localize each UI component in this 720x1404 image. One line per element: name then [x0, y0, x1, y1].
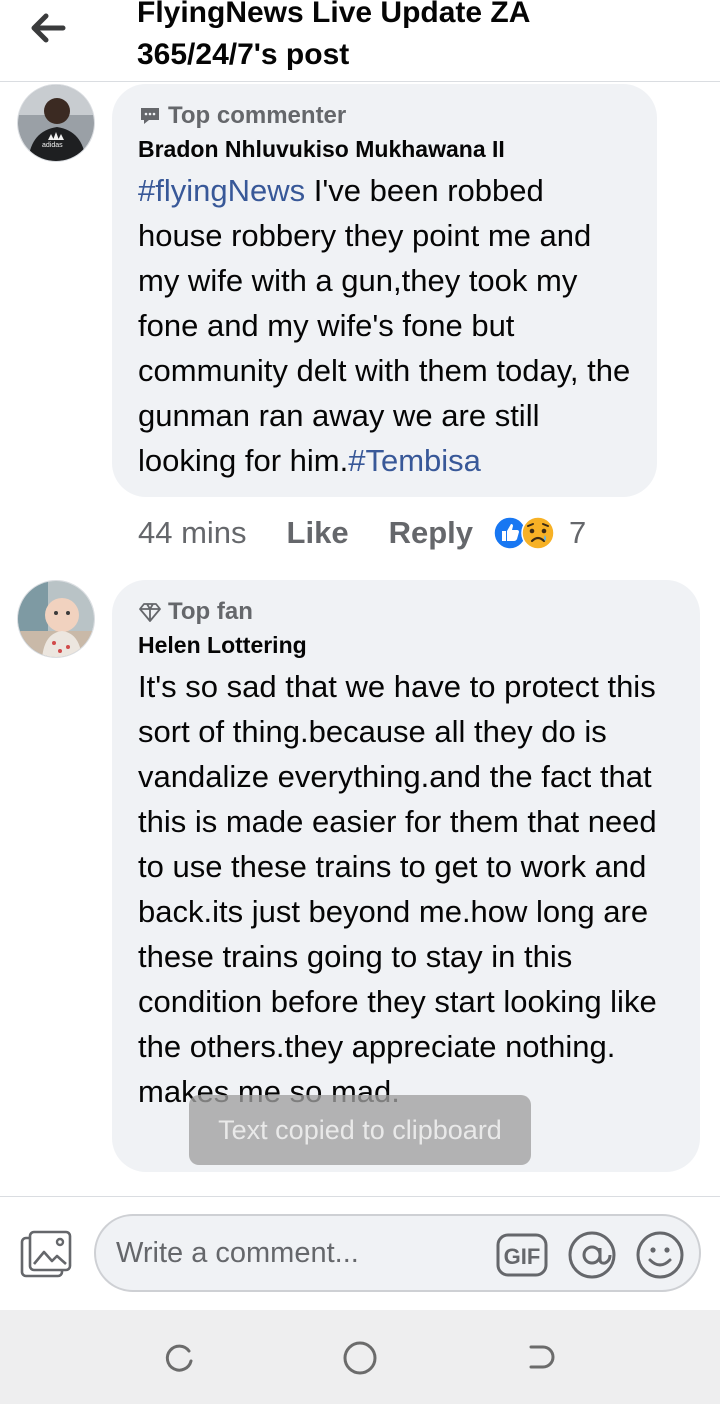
comment-item: adidas Top commenter Bradon Nhluvukiso M…: [0, 82, 720, 552]
comment-timestamp: 44 mins: [138, 515, 247, 550]
home-circle-icon: [343, 1341, 377, 1375]
gif-icon: GIF: [496, 1233, 548, 1277]
home-button[interactable]: [340, 1338, 380, 1378]
at-sign-icon: [568, 1231, 616, 1279]
sad-reaction-icon: [521, 516, 555, 550]
back-nav-button[interactable]: [520, 1338, 560, 1378]
system-navigation-bar: [0, 1310, 720, 1404]
emoji-button[interactable]: [634, 1229, 686, 1281]
toast-message: Text copied to clipboard: [189, 1095, 531, 1165]
photo-button[interactable]: [20, 1230, 74, 1280]
comment-input[interactable]: [116, 1232, 496, 1274]
diamond-icon: [139, 603, 161, 622]
avatar-photo: adidas: [18, 85, 94, 161]
back-nav-icon: [529, 1345, 555, 1369]
comment-composer: GIF: [0, 1196, 720, 1310]
hashtag-link[interactable]: #Tembisa: [348, 443, 481, 478]
mention-button[interactable]: [566, 1229, 618, 1281]
back-button[interactable]: [26, 8, 70, 48]
comment-bubble[interactable]: Top fan Helen Lottering It's so sad that…: [112, 580, 700, 1172]
comment-text: It's so sad that we have to protect this…: [138, 669, 657, 1109]
smiley-icon: [636, 1231, 684, 1279]
gif-button[interactable]: GIF: [496, 1229, 548, 1281]
comment-body: I've been robbed house robbery they poin…: [138, 173, 631, 478]
avatar[interactable]: [17, 580, 95, 658]
page-title-line1: FlyingNews Live Update ZA: [137, 0, 531, 29]
comment-author[interactable]: Helen Lottering: [138, 628, 674, 662]
svg-text:GIF: GIF: [504, 1244, 541, 1269]
svg-text:adidas: adidas: [42, 142, 63, 149]
arrow-left-icon: [31, 13, 66, 43]
top-commenter-badge: Top commenter: [138, 100, 631, 132]
comment-item: Top fan Helen Lottering It's so sad that…: [0, 578, 720, 1178]
comment-actions: 44 mins Like Reply 7: [138, 513, 586, 553]
avatar[interactable]: adidas: [17, 84, 95, 162]
badge-label: Top fan: [168, 598, 253, 625]
badge-label: Top commenter: [168, 102, 347, 129]
page-title-line2: 365/24/7's post: [137, 38, 350, 71]
recent-apps-button[interactable]: [160, 1338, 200, 1378]
avatar-photo: [18, 581, 94, 657]
speech-bubble-icon: [141, 108, 159, 124]
comment-text: #flyingNews I've been robbed house robbe…: [138, 168, 631, 483]
comment-author[interactable]: Bradon Nhluvukiso Mukhawana II: [138, 132, 631, 166]
reaction-summary[interactable]: 7: [493, 515, 586, 551]
hashtag-link[interactable]: #flyingNews: [138, 173, 305, 208]
top-fan-badge: Top fan: [138, 596, 674, 628]
post-header: FlyingNews Live Update ZA 365/24/7's pos…: [0, 0, 720, 82]
reaction-count: 7: [569, 515, 587, 550]
recent-apps-icon: [165, 1344, 193, 1372]
like-button[interactable]: Like: [287, 515, 349, 551]
photo-icon: [20, 1230, 72, 1278]
page-title: FlyingNews Live Update ZA 365/24/7's pos…: [137, 0, 697, 76]
comment-input-container: GIF: [94, 1214, 701, 1292]
reply-button[interactable]: Reply: [389, 515, 473, 551]
comment-bubble[interactable]: Top commenter Bradon Nhluvukiso Mukhawan…: [112, 84, 657, 497]
